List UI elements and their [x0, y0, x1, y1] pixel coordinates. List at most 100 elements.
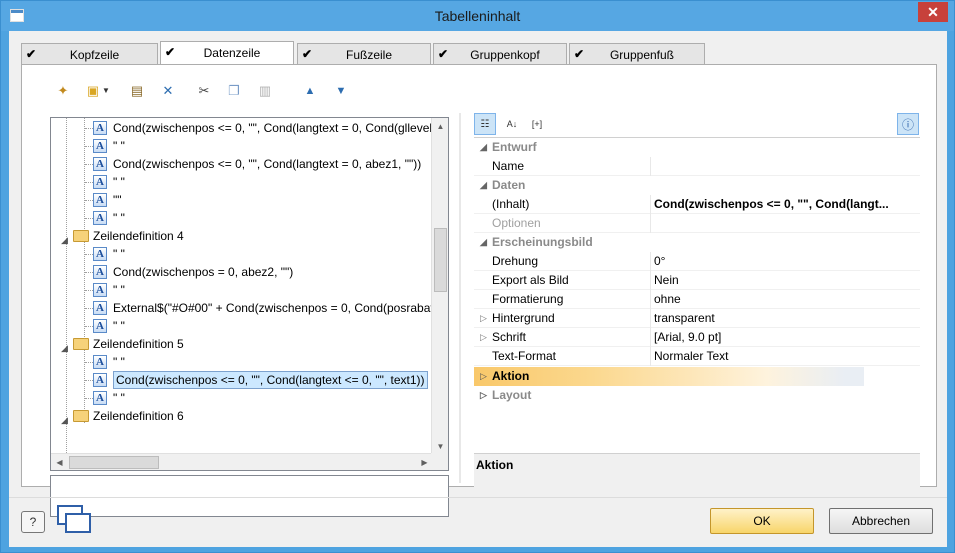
text-field-icon: A — [93, 139, 107, 153]
tab-gruppenfuss[interactable]: ✔ Gruppenfuß — [569, 43, 705, 65]
tree-field-row[interactable]: A " " — [51, 209, 433, 227]
tree-field-row[interactable]: A External$("#O#00" + Cond(zwischenpos = … — [51, 299, 433, 317]
scroll-left-arrow-icon[interactable]: ◀ — [51, 454, 68, 470]
scroll-thumb[interactable] — [434, 228, 447, 292]
tab-label: Kopfzeile — [69, 48, 120, 62]
tab-panel: ✦ ▣ ▼ ▤ ✕ ✂ ❐ ▥ ▲ ▼ A Cond(zwischenpos <=… — [21, 64, 937, 517]
tab-kopfzeile[interactable]: ✔ Kopfzeile — [21, 43, 158, 65]
tree-item-label: " " — [113, 319, 125, 333]
folder-icon — [73, 230, 89, 242]
property-hintergrund[interactable]: ▷ Hintergrund transparent — [474, 309, 920, 328]
property-name[interactable]: Name — [474, 157, 920, 176]
cancel-button[interactable]: Abbrechen — [829, 508, 933, 534]
tree-item-label: "" — [113, 193, 122, 207]
category-entwurf[interactable]: ◢ Entwurf — [474, 138, 920, 157]
tree-item-label: Cond(zwischenpos <= 0, "", Cond(langtext… — [113, 371, 428, 389]
tree-field-row[interactable]: A " " — [51, 389, 433, 407]
tree-guide-line — [85, 200, 93, 201]
paste-icon[interactable]: ▥ — [254, 80, 276, 102]
copy-icon[interactable]: ❐ — [223, 80, 245, 102]
property-drehung[interactable]: Drehung 0° — [474, 252, 920, 271]
tree-field-row[interactable]: A " " — [51, 317, 433, 335]
window-title: Tabelleninhalt — [434, 8, 521, 24]
tree-guide-line — [85, 326, 93, 327]
tree-field-row[interactable]: A " " — [51, 173, 433, 191]
tree-field-row[interactable]: A "" — [51, 191, 433, 209]
horizontal-scrollbar[interactable]: ◀ ▶ — [51, 453, 433, 470]
collapse-icon[interactable]: ◢ — [480, 138, 487, 157]
property-optionen: Optionen — [474, 214, 920, 233]
scroll-corner — [431, 453, 448, 470]
collapse-icon[interactable]: ◢ — [480, 176, 487, 195]
property-schrift[interactable]: ▷ Schrift [Arial, 9.0 pt] — [474, 328, 920, 347]
tree-guide-line — [85, 308, 93, 309]
tree-field-row[interactable]: A " " — [51, 245, 433, 263]
category-layout[interactable]: ▷ Layout — [474, 386, 920, 405]
tree-guide-line — [85, 398, 93, 399]
property-formatierung[interactable]: Formatierung ohne — [474, 290, 920, 309]
move-up-icon[interactable]: ▲ — [299, 80, 321, 102]
expand-all-icon[interactable]: [+] — [526, 113, 548, 135]
tree-item-label: " " — [113, 355, 125, 369]
vertical-scrollbar[interactable]: ▲ ▼ — [431, 118, 448, 455]
wand-icon[interactable]: ✦ — [52, 80, 74, 102]
tree-viewport: A Cond(zwischenpos <= 0, "", Cond(langtex… — [51, 118, 433, 455]
tree-field-row[interactable]: A " " — [51, 137, 433, 155]
tab-label: Gruppenfuß — [609, 48, 675, 62]
collapse-icon[interactable]: ◢ — [480, 233, 487, 252]
tree-guide-line — [85, 362, 93, 363]
text-field-icon: A — [93, 319, 107, 333]
tree-guide-line — [85, 218, 93, 219]
info-icon[interactable]: ⓘ — [897, 113, 919, 135]
tree-group-row[interactable]: ◢ Zeilendefinition 5 — [51, 335, 433, 353]
scroll-thumb[interactable] — [69, 456, 159, 469]
tree-item-label: " " — [113, 139, 125, 153]
tree-group-row[interactable]: ◢ Zeilendefinition 6 — [51, 407, 433, 425]
property-inhalt[interactable]: (Inhalt) Cond(zwischenpos <= 0, "", Cond… — [474, 195, 920, 214]
tree-field-row[interactable]: A Cond(zwischenpos <= 0, "", Cond(langtex… — [51, 155, 433, 173]
tree-field-row[interactable]: A Cond(zwischenpos <= 0, "", Cond(langtex… — [51, 119, 433, 137]
cut-icon[interactable]: ✂ — [193, 80, 215, 102]
tab-datenzeile[interactable]: ✔ Datenzeile — [160, 41, 294, 66]
text-field-icon: A — [93, 391, 107, 405]
sort-alphabetical-icon[interactable]: A↓ — [501, 113, 523, 135]
categorized-view-icon[interactable]: ☷ — [474, 113, 496, 135]
delete-icon[interactable]: ✕ — [157, 80, 179, 102]
folder-icon — [73, 410, 89, 422]
property-aktion[interactable]: ▷ Aktion — [474, 367, 864, 386]
category-erscheinungsbild[interactable]: ◢ Erscheinungsbild — [474, 233, 920, 252]
expand-icon[interactable]: ▷ — [480, 309, 487, 328]
scroll-up-arrow-icon[interactable]: ▲ — [432, 118, 448, 135]
ok-button[interactable]: OK — [710, 508, 814, 534]
tree-field-row[interactable]: A " " — [51, 353, 433, 371]
close-button[interactable]: ✕ — [918, 2, 948, 22]
expand-icon[interactable]: ▷ — [480, 367, 487, 386]
window-switch-icon[interactable] — [57, 505, 91, 533]
tree-description-box — [50, 475, 449, 517]
category-daten[interactable]: ◢ Daten — [474, 176, 920, 195]
tree-field-row[interactable]: A Cond(zwischenpos = 0, abez2, "") — [51, 263, 433, 281]
help-button[interactable]: ? — [21, 511, 45, 533]
move-down-icon[interactable]: ▼ — [330, 80, 352, 102]
expand-icon[interactable]: ▷ — [480, 328, 487, 347]
tree-field-row[interactable]: A " " — [51, 281, 433, 299]
tree-item-label: " " — [113, 175, 125, 189]
text-field-icon: A — [93, 211, 107, 225]
text-field-icon: A — [93, 283, 107, 297]
tree-group-row[interactable]: ◢ Zeilendefinition 4 — [51, 227, 433, 245]
dropdown-arrow-icon[interactable]: ▼ — [100, 80, 112, 102]
row-definition-tree[interactable]: A Cond(zwischenpos <= 0, "", Cond(langtex… — [50, 117, 449, 471]
properties-icon[interactable]: ▤ — [126, 80, 148, 102]
tree-item-label: Zeilendefinition 6 — [93, 409, 184, 423]
tree-field-row[interactable]: A Cond(zwischenpos <= 0, "", Cond(langtex… — [51, 371, 433, 389]
property-text-format[interactable]: Text-Format Normaler Text — [474, 347, 920, 366]
collapse-icon[interactable]: ◢ — [61, 411, 68, 429]
panel-splitter[interactable] — [459, 113, 461, 483]
tree-guide-line — [85, 182, 93, 183]
property-export-als-bild[interactable]: Export als Bild Nein — [474, 271, 920, 290]
expand-icon[interactable]: ▷ — [480, 386, 487, 405]
tab-fusszeile[interactable]: ✔ Fußzeile — [297, 43, 431, 65]
title-bar[interactable]: Tabelleninhalt ✕ — [1, 1, 954, 31]
tab-gruppenkopf[interactable]: ✔ Gruppenkopf — [433, 43, 567, 65]
tree-item-label: Cond(zwischenpos <= 0, "", Cond(langtext… — [113, 121, 433, 135]
